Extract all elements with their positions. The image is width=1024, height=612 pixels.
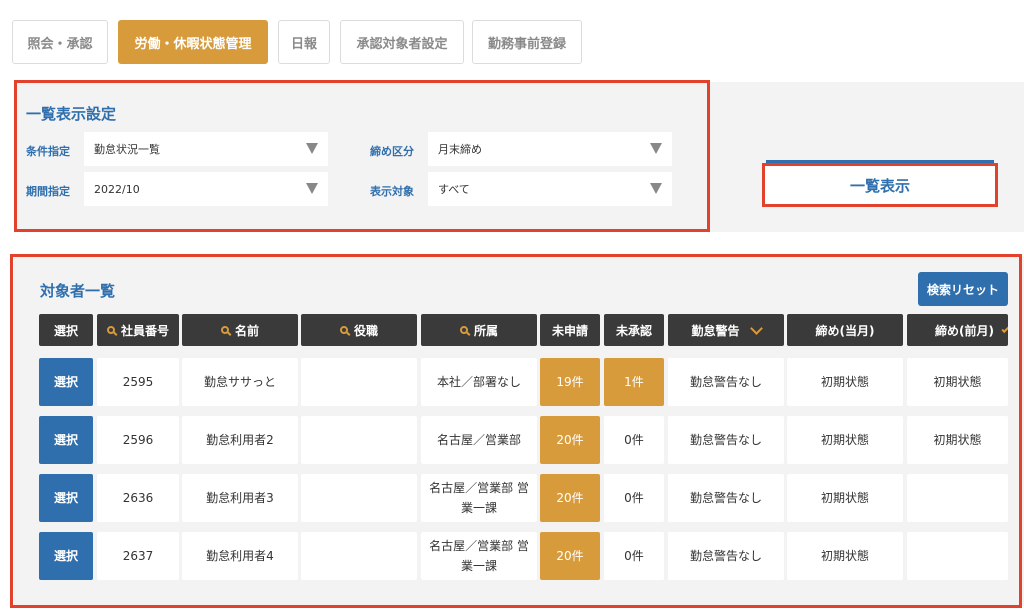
triangle-down-icon	[650, 143, 662, 154]
cell-close-previous	[907, 532, 1008, 580]
cell-emp-no: 2637	[97, 532, 179, 580]
unapplied-badge[interactable]: 20件	[540, 532, 600, 580]
tab-work-leave-management[interactable]: 労働・休暇状態管理	[118, 20, 268, 64]
cell-department: 本社／部署なし	[421, 358, 537, 406]
cell-position	[301, 358, 417, 406]
cell-close-previous: 初期状態	[907, 416, 1008, 464]
header-close-current: 締め(当月)	[787, 314, 903, 346]
unapplied-badge[interactable]: 20件	[540, 474, 600, 522]
tab-pre-registration[interactable]: 勤務事前登録	[472, 20, 582, 64]
cell-warning: 勤怠警告なし	[668, 474, 784, 522]
cell-close-current: 初期状態	[787, 416, 903, 464]
magnifier-icon	[339, 326, 348, 334]
cell-name: 勤怠利用者3	[182, 474, 298, 522]
cell-close-current: 初期状態	[787, 474, 903, 522]
cell-warning: 勤怠警告なし	[668, 416, 784, 464]
period-label: 期間指定	[26, 185, 70, 198]
header-label: 締め(当月)	[815, 323, 875, 338]
cell-unapproved: 0件	[604, 532, 664, 580]
cell-close-current: 初期状態	[787, 532, 903, 580]
header-label: 役職	[353, 323, 378, 338]
header-label: 勤怠警告	[691, 323, 740, 338]
chevron-down-icon	[1001, 323, 1008, 333]
cell-name: 勤怠利用者2	[182, 416, 298, 464]
header-label: 社員番号	[120, 323, 169, 338]
tab-daily-report[interactable]: 日報	[278, 20, 330, 64]
header-label: 名前	[234, 323, 259, 338]
header-unapproved: 未承認	[604, 314, 664, 346]
triangle-down-icon	[650, 183, 662, 194]
cell-department: 名古屋／営業部 営業一課	[421, 474, 537, 522]
header-label: 選択	[53, 323, 78, 338]
unapproved-badge[interactable]: 1件	[604, 358, 664, 406]
triangle-down-icon	[306, 183, 318, 194]
chevron-down-icon	[749, 321, 763, 335]
header-department[interactable]: 所属	[421, 314, 537, 346]
select-button[interactable]: 選択	[39, 474, 93, 522]
tab-label: 日報	[290, 36, 317, 52]
closing-value: 月末締め	[438, 143, 482, 156]
select-button[interactable]: 選択	[39, 416, 93, 464]
header-unapplied: 未申請	[540, 314, 600, 346]
cell-warning: 勤怠警告なし	[668, 358, 784, 406]
cell-emp-no: 2596	[97, 416, 179, 464]
closing-label: 締め区分	[370, 145, 414, 158]
show-list-button[interactable]: 一覧表示	[762, 163, 998, 207]
magnifier-icon	[220, 326, 229, 334]
cell-unapproved: 0件	[604, 474, 664, 522]
cell-emp-no: 2636	[97, 474, 179, 522]
cell-position	[301, 474, 417, 522]
tab-label: 勤務事前登録	[487, 36, 566, 52]
header-close-previous[interactable]: 締め(前月)	[907, 314, 1008, 346]
header-select: 選択	[39, 314, 93, 346]
tab-approver-settings[interactable]: 承認対象者設定	[340, 20, 464, 64]
header-position[interactable]: 役職	[301, 314, 417, 346]
target-value: すべて	[438, 183, 470, 196]
period-select[interactable]: 2022/10	[84, 172, 328, 206]
header-name[interactable]: 名前	[182, 314, 298, 346]
header-label: 未承認	[615, 323, 652, 338]
cell-name: 勤怠ササっと	[182, 358, 298, 406]
cell-warning: 勤怠警告なし	[668, 532, 784, 580]
header-emp-no[interactable]: 社員番号	[97, 314, 179, 346]
tab-label: 承認対象者設定	[356, 36, 448, 52]
table-title: 対象者一覧	[40, 282, 116, 300]
cell-name: 勤怠利用者4	[182, 532, 298, 580]
header-label: 締め(前月)	[935, 323, 994, 338]
search-reset-button[interactable]: 検索リセット	[918, 272, 1008, 306]
tab-label: 労働・休暇状態管理	[134, 36, 252, 52]
target-label: 表示対象	[370, 185, 414, 198]
magnifier-icon	[106, 326, 115, 334]
cell-emp-no: 2595	[97, 358, 179, 406]
cell-close-previous: 初期状態	[907, 358, 1008, 406]
cell-unapproved: 0件	[604, 416, 664, 464]
triangle-down-icon	[306, 143, 318, 154]
header-label: 所属	[473, 323, 498, 338]
cell-close-current: 初期状態	[787, 358, 903, 406]
select-button[interactable]: 選択	[39, 358, 93, 406]
condition-select[interactable]: 勤怠状況一覧	[84, 132, 328, 166]
settings-title: 一覧表示設定	[26, 105, 117, 123]
magnifier-icon	[459, 326, 468, 334]
tab-inquiry-approval[interactable]: 照会・承認	[12, 20, 108, 64]
cell-close-previous	[907, 474, 1008, 522]
select-button[interactable]: 選択	[39, 532, 93, 580]
cell-position	[301, 416, 417, 464]
tab-label: 照会・承認	[27, 36, 93, 52]
period-value: 2022/10	[94, 182, 140, 196]
unapplied-badge[interactable]: 19件	[540, 358, 600, 406]
target-select[interactable]: すべて	[428, 172, 672, 206]
condition-label: 条件指定	[26, 145, 70, 158]
cell-department: 名古屋／営業部	[421, 416, 537, 464]
closing-select[interactable]: 月末締め	[428, 132, 672, 166]
cell-position	[301, 532, 417, 580]
header-label: 未申請	[551, 323, 588, 338]
cell-department: 名古屋／営業部 営業一課	[421, 532, 537, 580]
unapplied-badge[interactable]: 20件	[540, 416, 600, 464]
header-warning[interactable]: 勤怠警告	[668, 314, 784, 346]
condition-value: 勤怠状況一覧	[94, 143, 160, 156]
